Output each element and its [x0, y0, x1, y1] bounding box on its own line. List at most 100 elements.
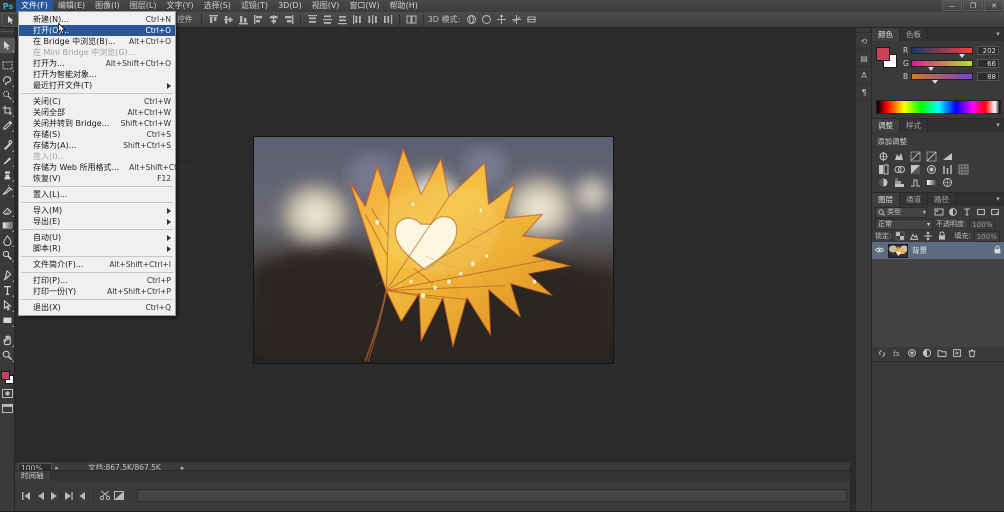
menubar-item-9[interactable]: 窗口(W)	[344, 0, 384, 12]
brush-tool-icon[interactable]	[0, 153, 15, 168]
path-selection-tool-icon[interactable]	[0, 298, 15, 313]
menubar-item-5[interactable]: 选择(S)	[199, 0, 236, 12]
adjustments-panel-menu-icon[interactable]: ▾	[994, 122, 1002, 129]
align-vertical-centers-icon[interactable]	[222, 13, 235, 26]
filter-pixel-icon[interactable]	[933, 207, 944, 218]
actions-panel-icon[interactable]: ▤	[856, 50, 872, 67]
eyedropper-tool-icon[interactable]	[0, 118, 15, 133]
play-icon[interactable]	[47, 490, 61, 501]
roll-3d-object-icon[interactable]	[480, 13, 493, 26]
tab-color[interactable]: 颜色	[872, 28, 900, 41]
file-menu-item-4[interactable]: 打开为...Alt+Shift+Ctrl+O	[19, 58, 175, 69]
file-menu-item-28[interactable]: 打印一份(Y)Alt+Shift+Ctrl+P	[19, 286, 175, 297]
file-menu-item-23[interactable]: 脚本(R)	[19, 243, 175, 254]
delete-layer-icon[interactable]	[967, 348, 977, 360]
previous-frame-icon[interactable]	[33, 490, 47, 501]
color-spectrum-ramp[interactable]	[876, 100, 1001, 114]
tab-layers[interactable]: 图层	[872, 193, 900, 206]
color-channel-slider-knob[interactable]	[932, 80, 938, 84]
file-menu-item-27[interactable]: 打印(P)...Ctrl+P	[19, 275, 175, 286]
file-menu-item-11[interactable]: 存储(S)Ctrl+S	[19, 129, 175, 140]
screen-mode-icon[interactable]	[0, 401, 15, 416]
transition-icon[interactable]	[112, 490, 126, 501]
quick-selection-tool-icon[interactable]	[0, 88, 15, 103]
file-menu-item-0[interactable]: 新建(N)...Ctrl+N	[19, 14, 175, 25]
file-menu-item-8[interactable]: 关闭(C)Ctrl+W	[19, 96, 175, 107]
layer-name[interactable]: 背景	[912, 245, 990, 256]
color-channel-value[interactable]: 88	[977, 72, 999, 81]
lasso-tool-icon[interactable]	[0, 73, 15, 88]
file-menu-item-6[interactable]: 最近打开文件(T)	[19, 80, 175, 91]
menubar-item-6[interactable]: 滤镜(T)	[236, 0, 273, 12]
timeline-track[interactable]	[137, 489, 847, 502]
layer-style-icon[interactable]: fx	[892, 348, 902, 360]
link-layers-icon[interactable]	[877, 348, 887, 360]
pen-tool-icon[interactable]	[0, 268, 15, 283]
move-tool-icon[interactable]	[0, 38, 15, 53]
color-channel-value[interactable]: 66	[977, 59, 999, 68]
filter-smart-icon[interactable]	[989, 207, 1000, 218]
zoom-tool-icon[interactable]	[0, 348, 15, 363]
tab-adjustments[interactable]: 调整	[872, 119, 900, 132]
auto-align-layers-icon[interactable]	[405, 13, 418, 26]
file-menu-dropdown[interactable]: 新建(N)...Ctrl+N打开(O)...Ctrl+O在 Bridge 中浏览…	[18, 11, 176, 316]
menubar-item-10[interactable]: 帮助(H)	[385, 0, 423, 12]
file-menu-item-17[interactable]: 置入(L)...	[19, 189, 175, 200]
file-menu-item-12[interactable]: 存储为(A)...Shift+Ctrl+S	[19, 140, 175, 151]
new-fill-adjustment-icon[interactable]	[922, 348, 932, 360]
align-horizontal-centers-icon[interactable]	[267, 13, 280, 26]
color-balance-icon[interactable]	[891, 163, 907, 176]
history-brush-tool-icon[interactable]	[0, 183, 15, 198]
new-group-icon[interactable]	[937, 348, 947, 360]
menubar-item-7[interactable]: 3D(D)	[273, 0, 307, 12]
threshold-icon[interactable]	[907, 176, 923, 189]
file-menu-item-2[interactable]: 在 Bridge 中浏览(B)...Alt+Ctrl+O	[19, 36, 175, 47]
brightness-contrast-icon[interactable]	[875, 150, 891, 163]
align-top-edges-icon[interactable]	[207, 13, 220, 26]
distribute-right-edges-icon[interactable]	[381, 13, 394, 26]
color-channel-slider[interactable]	[911, 60, 973, 67]
file-menu-item-1[interactable]: 打开(O)...Ctrl+O	[19, 25, 175, 36]
opacity-value[interactable]: 100%	[969, 219, 995, 230]
invert-icon[interactable]	[875, 176, 891, 189]
color-channel-slider-knob[interactable]	[959, 54, 965, 58]
tab-channels[interactable]: 通道	[900, 193, 928, 206]
gradient-tool-icon[interactable]	[0, 218, 15, 233]
align-left-edges-icon[interactable]	[252, 13, 265, 26]
tools-panel-grip[interactable]	[0, 31, 14, 36]
distribute-vertical-centers-icon[interactable]	[321, 13, 334, 26]
lock-all-icon[interactable]	[936, 231, 947, 242]
distribute-top-edges-icon[interactable]	[306, 13, 319, 26]
channel-mixer-icon[interactable]	[939, 163, 955, 176]
spot-healing-brush-tool-icon[interactable]	[0, 138, 15, 153]
minimize-button[interactable]: —	[942, 0, 962, 11]
scale-3d-object-icon[interactable]	[525, 13, 538, 26]
horizontal-type-tool-icon[interactable]	[0, 283, 15, 298]
split-at-playhead-icon[interactable]	[98, 490, 112, 501]
gradient-map-icon[interactable]	[923, 176, 939, 189]
layer-visibility-icon[interactable]	[875, 246, 884, 255]
color-channel-slider[interactable]	[911, 47, 973, 54]
photo-filter-icon[interactable]	[923, 163, 939, 176]
file-menu-item-14[interactable]: 存储为 Web 所用格式...Alt+Shift+Ctrl+S	[19, 162, 175, 173]
color-panel-swatches[interactable]	[876, 47, 896, 67]
tab-styles[interactable]: 样式	[900, 119, 928, 132]
slide-3d-object-icon[interactable]	[510, 13, 523, 26]
next-frame-icon[interactable]	[61, 490, 75, 501]
document-image[interactable]	[253, 136, 614, 364]
distribute-left-edges-icon[interactable]	[351, 13, 364, 26]
eraser-tool-icon[interactable]	[0, 203, 15, 218]
file-menu-item-19[interactable]: 导入(M)	[19, 205, 175, 216]
blur-tool-icon[interactable]	[0, 233, 15, 248]
layer-row-background[interactable]: 背景	[872, 242, 1004, 259]
color-swatches[interactable]	[0, 370, 15, 386]
lock-position-icon[interactable]	[922, 231, 933, 242]
new-layer-icon[interactable]	[952, 348, 962, 360]
vibrance-icon[interactable]	[939, 150, 955, 163]
black-white-icon[interactable]	[907, 163, 923, 176]
tab-swatches[interactable]: 色板	[900, 28, 928, 41]
go-to-first-frame-icon[interactable]	[19, 490, 33, 501]
file-menu-item-15[interactable]: 恢复(V)F12	[19, 173, 175, 184]
layer-mask-icon[interactable]	[907, 348, 917, 360]
blend-mode-select[interactable]: 正常▾	[875, 219, 933, 230]
